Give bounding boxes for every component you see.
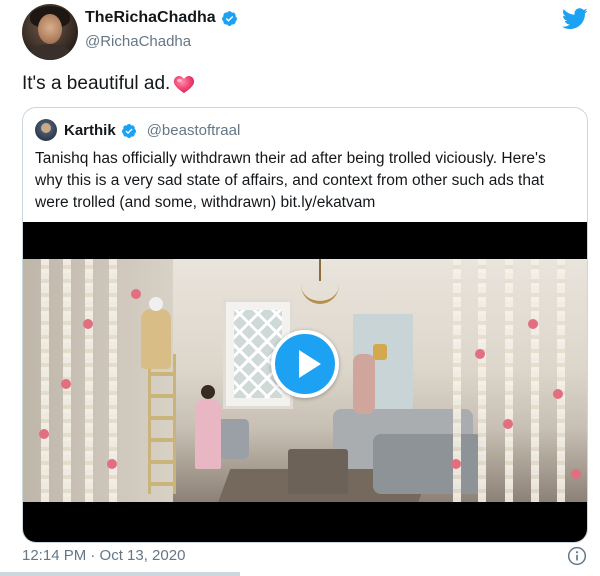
quoted-tweet-card[interactable]: Karthik @beastoftraal Tanishq has offici…: [22, 107, 588, 543]
author-display-name[interactable]: TheRichaChadha: [85, 9, 216, 27]
author-avatar[interactable]: [22, 4, 78, 60]
quoted-author-display-name[interactable]: Karthik: [64, 122, 116, 139]
twitter-bird-icon[interactable]: [562, 8, 588, 30]
play-icon[interactable]: [271, 330, 339, 398]
verified-badge-icon: [221, 10, 237, 26]
quoted-author-name-row[interactable]: Karthik @beastoftraal: [64, 122, 240, 139]
author-handle[interactable]: @RichaChadha: [85, 33, 191, 50]
tweet-timestamp[interactable]: 12:14 PM · Oct 13, 2020: [22, 547, 185, 564]
heart-emoji-icon: [174, 75, 195, 94]
tweet: TheRichaChadha @RichaChadha It's a beaut…: [0, 0, 600, 576]
info-icon[interactable]: [567, 546, 587, 566]
divider: [0, 572, 240, 576]
verified-badge-icon: [121, 123, 136, 138]
video-player[interactable]: [23, 222, 587, 542]
tweet-text: It's a beautiful ad.: [22, 73, 195, 95]
quoted-author-handle[interactable]: @beastoftraal: [147, 122, 241, 139]
tweet-text-content: It's a beautiful ad.: [22, 73, 171, 94]
quoted-tweet-text: Tanishq has officially withdrawn their a…: [35, 150, 546, 211]
quoted-author-avatar[interactable]: [35, 119, 57, 141]
author-name-row[interactable]: TheRichaChadha: [85, 9, 238, 27]
